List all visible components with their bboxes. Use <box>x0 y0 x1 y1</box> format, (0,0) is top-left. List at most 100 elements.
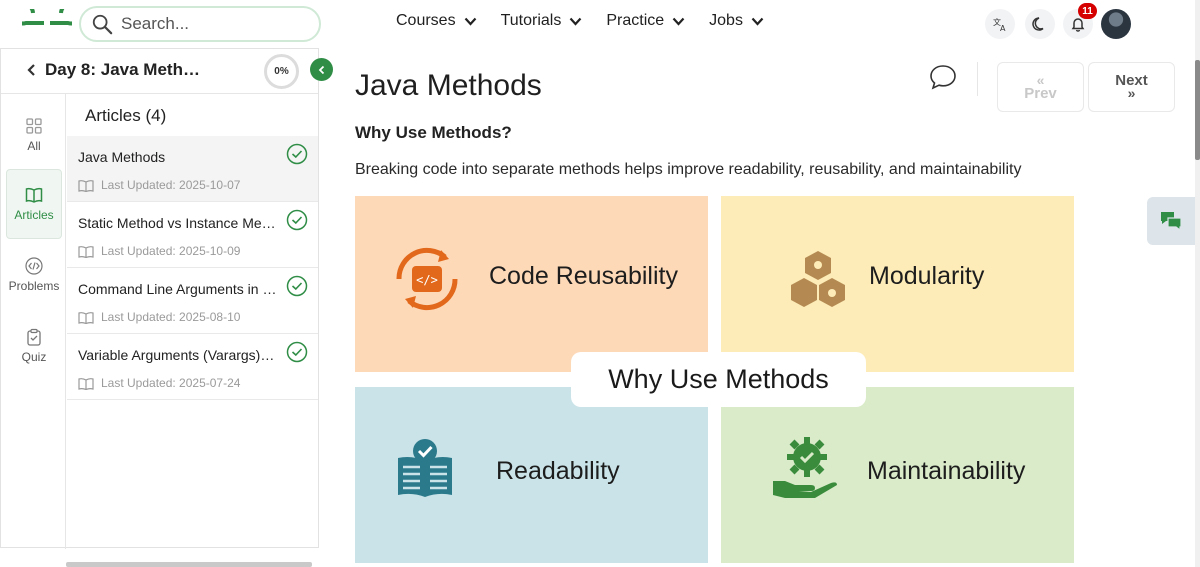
figure-center-label: Why Use Methods <box>571 352 866 407</box>
article-title: Command Line Arguments in J… <box>78 281 278 297</box>
nav-tutorials[interactable]: Tutorials <box>501 12 583 30</box>
chevron-down-icon <box>464 17 476 26</box>
content-type-rail: All Articles Problems Quiz <box>1 94 66 549</box>
code-icon <box>25 257 43 275</box>
next-button[interactable]: Next » <box>1088 62 1175 112</box>
search-bar[interactable]: Search... <box>79 6 321 42</box>
notification-badge: 11 <box>1078 3 1097 19</box>
quadrant-label: Readability <box>496 457 620 485</box>
chevron-down-icon <box>570 17 582 26</box>
avatar[interactable] <box>1101 9 1131 39</box>
translate-button[interactable]: 文 A <box>985 9 1015 39</box>
collapse-sidebar-button[interactable] <box>310 58 333 81</box>
article-title: Static Method vs Instance Met… <box>78 215 278 231</box>
comment-icon[interactable] <box>929 64 957 90</box>
article-updated: Last Updated: 2025-07-24 <box>101 376 241 390</box>
open-book-check-icon <box>398 439 452 497</box>
nav-practice[interactable]: Practice <box>606 12 685 30</box>
modules-cubes-icon <box>791 251 845 307</box>
article-list: Java Methods Last Updated: 2025-10-07 St… <box>67 136 318 400</box>
prev-button[interactable]: « Prev <box>997 62 1084 112</box>
rail-item-label: Quiz <box>21 350 47 364</box>
rail-item-all[interactable]: All <box>6 100 62 170</box>
quadrant-label: Code Reusability <box>489 262 678 290</box>
top-navbar: Search... Courses Tutorials Practice Job… <box>0 0 1200 48</box>
quadrant-readability: Readability <box>355 387 708 563</box>
check-circle-icon <box>286 143 308 165</box>
double-chevron-right-icon: » <box>1127 85 1136 101</box>
article-meta: Last Updated: 2025-07-24 <box>78 376 240 390</box>
quadrant-label: Maintainability <box>867 457 1026 485</box>
svg-text:</>: </> <box>416 273 438 287</box>
article-item[interactable]: Variable Arguments (Varargs) i… Last Upd… <box>67 334 318 400</box>
nav-courses[interactable]: Courses <box>396 12 477 30</box>
nav-jobs-label: Jobs <box>709 12 743 29</box>
book-icon <box>78 179 94 192</box>
course-sidebar: Day 8: Java Meth… 0% All Articles Proble… <box>0 48 319 549</box>
search-icon <box>92 14 113 35</box>
book-icon <box>25 187 43 203</box>
search-placeholder: Search... <box>121 14 190 33</box>
course-progress: 0% <box>264 54 299 89</box>
quadrant-modularity: Modularity <box>721 196 1074 372</box>
chat-bubbles-icon <box>1161 212 1182 232</box>
moon-icon <box>1032 17 1044 31</box>
course-title: Day 8: Java Meth… <box>45 60 200 79</box>
article-meta: Last Updated: 2025-10-07 <box>78 178 240 192</box>
article-updated: Last Updated: 2025-10-07 <box>101 178 241 192</box>
book-icon <box>78 377 94 390</box>
article-item[interactable]: Command Line Arguments in J… Last Update… <box>67 268 318 334</box>
geeksforgeeks-logo[interactable] <box>22 9 72 37</box>
dark-mode-toggle[interactable] <box>1025 9 1055 39</box>
check-circle-icon <box>286 209 308 231</box>
rail-item-quiz[interactable]: Quiz <box>6 311 62 381</box>
articles-heading: Articles (4) <box>85 106 167 125</box>
main-nav: Courses Tutorials Practice Jobs <box>396 12 764 30</box>
clipboard-check-icon <box>27 328 41 346</box>
quadrant-label: Modularity <box>869 262 985 290</box>
article-meta: Last Updated: 2025-08-10 <box>78 310 240 324</box>
progress-value: 0% <box>274 66 289 77</box>
translate-icon: 文 A <box>993 17 1006 32</box>
quadrant-code-reusability: </> Code Reusability <box>355 196 708 372</box>
nav-jobs[interactable]: Jobs <box>709 12 764 30</box>
rail-item-label: Problems <box>8 279 60 293</box>
chevron-left-icon <box>318 65 324 74</box>
reusable-code-icon: </> <box>396 248 458 310</box>
divider <box>977 62 978 96</box>
page-title: Java Methods <box>355 69 542 102</box>
why-use-methods-figure: </> Code Reusability Modularity Readabil… <box>355 196 1086 563</box>
chevron-down-icon <box>751 17 764 26</box>
gear-in-hand-icon <box>773 437 837 498</box>
course-header: Day 8: Java Meth… 0% <box>1 49 318 94</box>
chevron-left-icon[interactable] <box>26 63 38 77</box>
book-icon <box>78 311 94 324</box>
article-item[interactable]: Static Method vs Instance Met… Last Upda… <box>67 202 318 268</box>
rail-item-articles[interactable]: Articles <box>6 169 62 239</box>
nav-practice-label: Practice <box>606 12 665 29</box>
quadrant-maintainability: Maintainability <box>721 387 1074 563</box>
article-updated: Last Updated: 2025-08-10 <box>101 310 241 324</box>
page-scrollbar-thumb[interactable] <box>1195 60 1200 160</box>
grid-icon <box>26 118 42 134</box>
check-circle-icon <box>286 275 308 297</box>
check-circle-icon <box>286 341 308 363</box>
prev-label: Prev <box>1024 85 1057 102</box>
article-updated: Last Updated: 2025-10-09 <box>101 244 241 258</box>
rail-item-problems[interactable]: Problems <box>6 240 62 310</box>
nav-tutorials-label: Tutorials <box>500 12 562 29</box>
paragraph: Breaking code into separate methods help… <box>355 161 1022 178</box>
sidebar-horizontal-scrollbar[interactable] <box>66 562 312 567</box>
article-title: Java Methods <box>78 149 166 165</box>
article-item[interactable]: Java Methods Last Updated: 2025-10-07 <box>67 136 318 202</box>
book-icon <box>78 245 94 258</box>
article-meta: Last Updated: 2025-10-09 <box>78 244 240 258</box>
floating-chat-button[interactable] <box>1147 197 1195 245</box>
section-heading: Why Use Methods? <box>355 123 512 142</box>
rail-item-label: Articles <box>14 208 54 222</box>
svg-text:A: A <box>1000 24 1006 32</box>
nav-courses-label: Courses <box>396 12 456 29</box>
article-title: Variable Arguments (Varargs) i… <box>78 347 278 363</box>
rail-item-label: All <box>27 139 41 153</box>
chevron-down-icon <box>672 17 685 26</box>
